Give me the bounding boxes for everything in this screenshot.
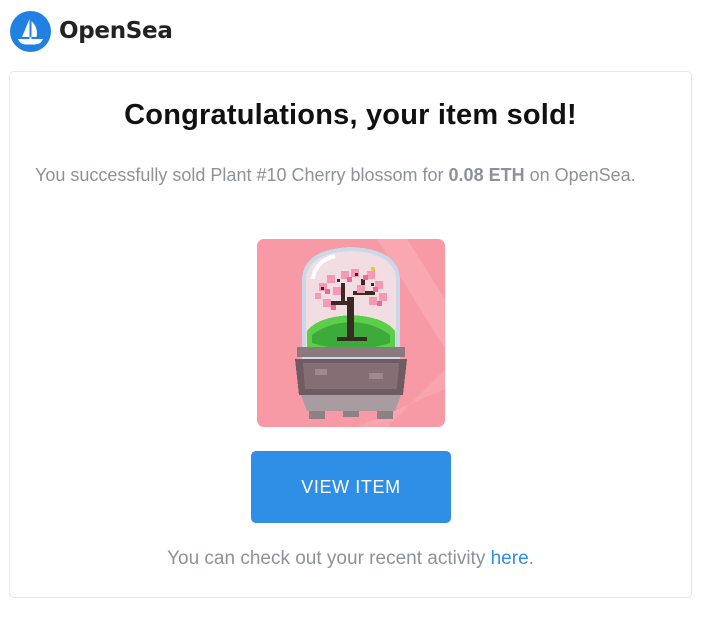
sale-price: 0.08 ETH xyxy=(448,165,525,185)
message-suffix: on OpenSea. xyxy=(524,165,636,185)
notification-card: Congratulations, your item sold! You suc… xyxy=(9,71,692,598)
footer-prefix: You can check out your recent activity xyxy=(167,548,491,569)
recent-activity-link[interactable]: here xyxy=(491,548,529,569)
sale-message: You successfully sold Plant #10 Cherry b… xyxy=(35,162,665,188)
email-header: OpenSea xyxy=(10,10,173,52)
opensea-logo-icon xyxy=(10,10,51,52)
recent-activity-note: You can check out your recent activity h… xyxy=(10,548,691,570)
nft-item-image[interactable] xyxy=(257,239,445,427)
brand-name: OpenSea xyxy=(59,18,173,44)
email-page: OpenSea Congratulations, your item sold!… xyxy=(0,0,701,618)
message-prefix: You successfully sold Plant #10 Cherry b… xyxy=(35,165,449,185)
footer-suffix: . xyxy=(528,548,534,569)
cherry-blossom-terrarium-icon xyxy=(295,239,445,427)
view-item-button[interactable]: VIEW ITEM xyxy=(251,451,451,523)
headline: Congratulations, your item sold! xyxy=(124,99,577,131)
